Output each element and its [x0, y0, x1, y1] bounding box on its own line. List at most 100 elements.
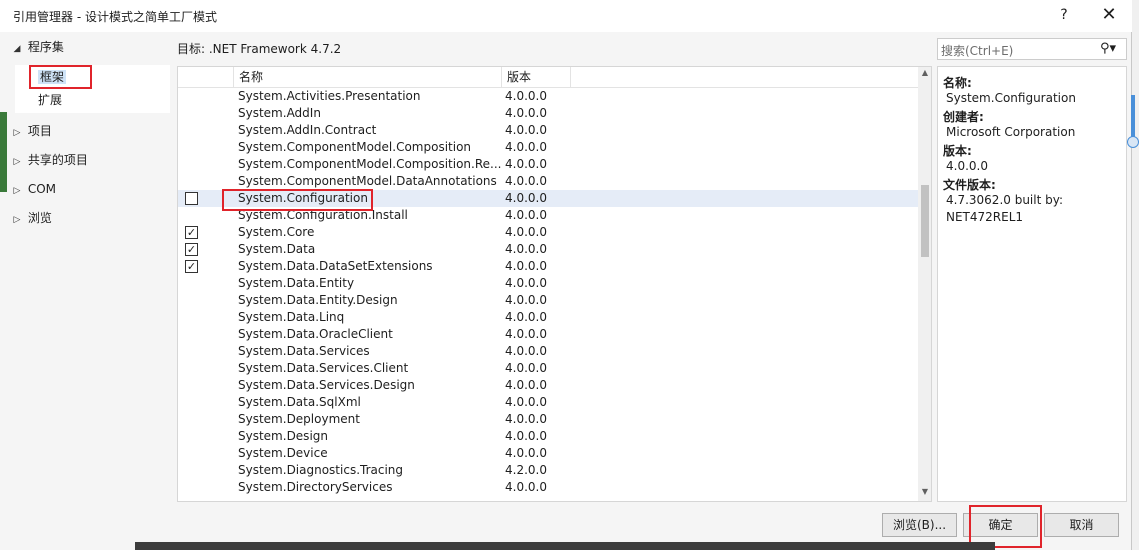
list-item[interactable]: System.Data.Services 4.0.0.0 [178, 343, 918, 360]
assembly-name: System.Data.Entity [238, 276, 355, 290]
browse-button[interactable]: 浏览(B)... [882, 513, 957, 537]
assembly-version: 4.0.0.0 [505, 191, 547, 205]
list-item[interactable]: ✓ System.Data 4.0.0.0 [178, 241, 918, 258]
target-framework-label: 目标: .NET Framework 4.7.2 [177, 42, 342, 56]
column-header-name[interactable]: 名称 [233, 67, 501, 88]
assembly-version: 4.0.0.0 [505, 412, 547, 426]
list-item[interactable]: System.DirectoryServices 4.0.0.0 [178, 479, 918, 496]
assembly-name: System.ComponentModel.Composition [238, 140, 472, 154]
search-box[interactable]: 搜索(Ctrl+E) ⚲▾ [937, 38, 1127, 60]
detail-file-version-value: 4.7.3062.0 built by: [946, 193, 1063, 207]
list-item[interactable]: System.Data.Entity 4.0.0.0 [178, 275, 918, 292]
list-item[interactable]: System.Deployment 4.0.0.0 [178, 411, 918, 428]
list-item[interactable]: System.Data.SqlXml 4.0.0.0 [178, 394, 918, 411]
assembly-name: System.Data.DataSetExtensions [238, 259, 433, 273]
assembly-name: System.ComponentModel.DataAnnotations [238, 174, 497, 188]
left-nav: ◢ 程序集 框架 扩展 ▷ 项目 ▷ 共享的项目 ▷ COM ▷ 浏览 [5, 32, 173, 502]
list-item[interactable]: System.ComponentModel.Composition 4.0.0.0 [178, 139, 918, 156]
list-item[interactable]: System.Data.Services.Design 4.0.0.0 [178, 377, 918, 394]
assembly-name: System.DirectoryServices [238, 480, 393, 494]
search-icon[interactable]: ⚲▾ [1100, 41, 1116, 56]
background-slider-knob [1127, 136, 1139, 148]
assembly-version: 4.0.0.0 [505, 89, 547, 103]
scroll-up-icon[interactable]: ▲ [918, 68, 931, 77]
title-bar: 引用管理器 - 设计模式之简单工厂模式 ? ✕ [0, 0, 1132, 32]
nav-browse[interactable]: ▷ 浏览 [10, 208, 52, 228]
assembly-version: 4.0.0.0 [505, 480, 547, 494]
collapsed-triangle-icon: ▷ [13, 128, 21, 138]
collapsed-triangle-icon: ▷ [13, 186, 21, 196]
assembly-name: System.Deployment [238, 412, 360, 426]
reference-checkbox[interactable]: ✓ [185, 260, 198, 273]
detail-file-version-key: 文件版本: [943, 178, 996, 192]
nav-shared-projects[interactable]: ▷ 共享的项目 [10, 150, 88, 170]
list-item[interactable]: System.Device 4.0.0.0 [178, 445, 918, 462]
scroll-thumb[interactable] [921, 185, 929, 257]
nav-assemblies-label: 程序集 [27, 40, 64, 54]
window-title: 引用管理器 - 设计模式之简单工厂模式 [13, 10, 217, 24]
assembly-version: 4.0.0.0 [505, 395, 547, 409]
collapsed-triangle-icon: ▷ [13, 215, 21, 225]
assembly-version: 4.0.0.0 [505, 327, 547, 341]
list-item[interactable]: System.Design 4.0.0.0 [178, 428, 918, 445]
list-header: 名称 版本 [178, 67, 918, 88]
assembly-version: 4.0.0.0 [505, 378, 547, 392]
nav-assemblies[interactable]: ◢ 程序集 [10, 37, 64, 57]
list-item[interactable]: System.Data.Services.Client 4.0.0.0 [178, 360, 918, 377]
close-button[interactable]: ✕ [1096, 4, 1122, 28]
assembly-version: 4.0.0.0 [505, 361, 547, 375]
details-panel: 名称: System.Configuration 创建者: Microsoft … [937, 66, 1127, 502]
reference-checkbox[interactable] [185, 192, 198, 205]
collapsed-triangle-icon: ▷ [13, 157, 21, 167]
highlight-framework [29, 65, 92, 89]
reference-checkbox[interactable]: ✓ [185, 226, 198, 239]
list-item[interactable]: System.Diagnostics.Tracing 4.2.0.0 [178, 462, 918, 479]
assembly-version: 4.0.0.0 [505, 174, 547, 188]
assembly-name: System.ComponentModel.Composition.Re... [238, 157, 502, 171]
list-item[interactable]: System.Data.Entity.Design 4.0.0.0 [178, 292, 918, 309]
nav-extensions[interactable]: 扩展 [38, 90, 62, 110]
list-item[interactable]: System.Data.Linq 4.0.0.0 [178, 309, 918, 326]
assembly-name: System.Device [238, 446, 328, 460]
vertical-scrollbar[interactable]: ▲ ▼ [918, 67, 931, 501]
background-window-edge [1132, 0, 1139, 550]
assembly-version: 4.0.0.0 [505, 123, 547, 137]
list-item[interactable]: System.Data.OracleClient 4.0.0.0 [178, 326, 918, 343]
list-item[interactable]: System.AddIn 4.0.0.0 [178, 105, 918, 122]
assembly-name: System.Core [238, 225, 315, 239]
detail-creator-value: Microsoft Corporation [946, 125, 1076, 139]
reference-checkbox[interactable]: ✓ [185, 243, 198, 256]
assembly-list: 名称 版本 System.Activities.Presentation 4.0.… [177, 66, 932, 502]
assembly-version: 4.2.0.0 [505, 463, 547, 477]
nav-extensions-label: 扩展 [38, 93, 63, 107]
assembly-version: 4.0.0.0 [505, 293, 547, 307]
assembly-version: 4.0.0.0 [505, 276, 547, 290]
nav-com-label: COM [27, 182, 57, 196]
assembly-name: System.Data.Services [238, 344, 370, 358]
assembly-name: System.Activities.Presentation [238, 89, 421, 103]
assembly-version: 4.0.0.0 [505, 225, 547, 239]
assembly-name: System.Data.Entity.Design [238, 293, 398, 307]
column-header-version[interactable]: 版本 [501, 67, 570, 88]
assembly-version: 4.0.0.0 [505, 429, 547, 443]
assembly-name: System.Data.SqlXml [238, 395, 361, 409]
assembly-version: 4.0.0.0 [505, 157, 547, 171]
assembly-version: 4.0.0.0 [505, 140, 547, 154]
list-item[interactable]: ✓ System.Core 4.0.0.0 [178, 224, 918, 241]
detail-version-key: 版本: [943, 144, 972, 158]
search-input[interactable]: 搜索(Ctrl+E) [941, 42, 1013, 59]
nav-com[interactable]: ▷ COM [10, 179, 56, 199]
column-divider [570, 67, 571, 88]
cancel-button[interactable]: 取消 [1044, 513, 1119, 537]
detail-version-value: 4.0.0.0 [946, 159, 988, 173]
list-item[interactable]: System.ComponentModel.Composition.Re... 4… [178, 156, 918, 173]
list-item[interactable]: System.ComponentModel.DataAnnotations 4.0… [178, 173, 918, 190]
assembly-name: System.Data.Services.Client [238, 361, 409, 375]
list-item[interactable]: ✓ System.Data.DataSetExtensions 4.0.0.0 [178, 258, 918, 275]
detail-creator-key: 创建者: [943, 110, 984, 124]
list-item[interactable]: System.Activities.Presentation 4.0.0.0 [178, 88, 918, 105]
list-item[interactable]: System.AddIn.Contract 4.0.0.0 [178, 122, 918, 139]
scroll-down-icon[interactable]: ▼ [918, 487, 931, 496]
nav-projects[interactable]: ▷ 项目 [10, 121, 52, 141]
help-button[interactable]: ? [1052, 4, 1076, 28]
